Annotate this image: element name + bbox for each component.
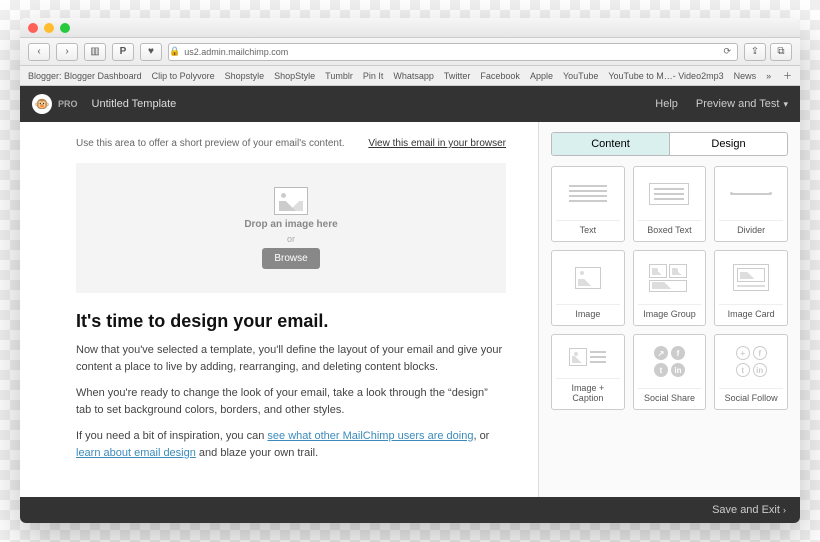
block-palette: Text Boxed Text Divider Image [539,166,800,497]
share-button[interactable]: ⇪ [744,43,766,61]
divider-icon [719,173,783,214]
help-link[interactable]: Help [655,98,678,110]
chevron-down-icon: ▾ [783,99,788,110]
preview-menu[interactable]: Preview and Test ▾ [696,98,788,110]
block-boxed-text[interactable]: Boxed Text [633,166,707,242]
titlebar [20,18,800,38]
block-social-follow[interactable]: +ftin Social Follow [714,334,788,410]
content-paragraph[interactable]: If you need a bit of inspiration, you ca… [76,428,506,461]
tabs-icon: ⧉ [777,46,784,57]
block-image[interactable]: Image [551,250,625,326]
block-image-caption[interactable]: Image + Caption [551,334,625,410]
sidebar-toggle-button[interactable]: ▥ [84,43,106,61]
window-close-icon[interactable] [28,23,38,33]
block-image-card[interactable]: Image Card [714,250,788,326]
view-in-browser-link[interactable]: View this email in your browser [368,138,506,149]
bookmark-item[interactable]: Pin It [363,71,384,81]
address-bar[interactable]: 🔒 us2.admin.mailchimp.com ⟳ [168,43,738,61]
block-image-group[interactable]: Image Group [633,250,707,326]
app-footer: Save and Exit › [20,497,800,523]
bookmark-item[interactable]: Shopstyle [225,71,265,81]
forward-button[interactable]: › [56,43,78,61]
boxed-text-icon [638,173,702,214]
mailchimp-logo-icon[interactable]: 🐵 [32,94,52,114]
block-social-share[interactable]: ↗ftin Social Share [633,334,707,410]
url-text: us2.admin.mailchimp.com [184,47,288,57]
back-button[interactable]: ‹ [28,43,50,61]
template-title[interactable]: Untitled Template [92,98,177,110]
content-paragraph[interactable]: Now that you've selected a template, you… [76,342,506,375]
app-header: 🐵 PRO Untitled Template Help Preview and… [20,86,800,122]
add-bookmark-icon[interactable]: ＋ [783,69,792,82]
or-label: or [287,234,295,244]
social-share-icon: ↗ftin [638,341,702,382]
bookmark-item[interactable]: Clip to Polyvore [152,71,215,81]
bloglovin-button[interactable]: ♥ [140,43,162,61]
block-text[interactable]: Text [551,166,625,242]
drop-label: Drop an image here [244,219,337,230]
learn-design-link[interactable]: learn about email design [76,447,196,459]
preheader-row: Use this area to offer a short preview o… [76,138,506,149]
bookmark-item[interactable]: Blogger: Blogger Dashboard [28,71,142,81]
pinterest-icon: P [120,46,127,57]
mailchimp-editor: 🐵 PRO Untitled Template Help Preview and… [20,86,800,523]
image-group-icon [638,257,702,298]
window-minimize-icon[interactable] [44,23,54,33]
chevron-right-icon: › [783,505,786,515]
tab-content[interactable]: Content [552,133,670,155]
tab-design[interactable]: Design [670,133,787,155]
bookmark-item[interactable]: Whatsapp [393,71,434,81]
canvas[interactable]: Use this area to offer a short preview o… [20,122,538,497]
bookmark-item[interactable]: YouTube to M…- Video2mp3 [608,71,723,81]
content-paragraph[interactable]: When you're ready to change the look of … [76,385,506,418]
inspiration-link[interactable]: see what other MailChimp users are doing [267,430,473,442]
sidebar: Content Design Text Boxed Text Divider [538,122,800,497]
bookmark-item[interactable]: Twitter [444,71,471,81]
image-placeholder-icon [274,187,308,215]
reload-icon[interactable]: ⟳ [723,46,731,57]
chevron-right-icon: › [65,46,68,57]
tabs-button[interactable]: ⧉ [770,43,792,61]
bookmark-item[interactable]: Tumblr [325,71,353,81]
pro-badge: PRO [58,99,78,109]
image-card-icon [719,257,783,298]
preview-label: Preview and Test [696,98,780,110]
preheader-hint[interactable]: Use this area to offer a short preview o… [76,138,345,149]
heart-icon: ♥ [148,46,154,57]
lock-icon: 🔒 [169,46,180,57]
browser-window: ‹ › ▥ P ♥ 🔒 us2.admin.mailchimp.com ⟳ ⇪ … [20,18,800,523]
chevron-left-icon: ‹ [37,46,40,57]
bookmark-item[interactable]: YouTube [563,71,598,81]
image-dropzone[interactable]: Drop an image here or Browse [76,163,506,293]
bookmark-item[interactable]: Facebook [480,71,520,81]
block-divider[interactable]: Divider [714,166,788,242]
bookmark-item[interactable]: ShopStyle [274,71,315,81]
app-body: Use this area to offer a short preview o… [20,122,800,497]
bookmark-item[interactable]: Apple [530,71,553,81]
window-zoom-icon[interactable] [60,23,70,33]
image-icon [556,257,620,298]
browse-button[interactable]: Browse [262,248,319,269]
share-icon: ⇪ [751,46,759,57]
bookmark-item[interactable]: News [734,71,757,81]
bookmarks-overflow[interactable]: » [766,71,771,81]
pinterest-button[interactable]: P [112,43,134,61]
panel-icon: ▥ [90,46,99,57]
save-exit-button[interactable]: Save and Exit › [712,504,786,516]
bookmarks-bar: Blogger: Blogger Dashboard Clip to Polyv… [20,66,800,86]
text-icon [556,173,620,214]
browser-toolbar: ‹ › ▥ P ♥ 🔒 us2.admin.mailchimp.com ⟳ ⇪ … [20,38,800,66]
sidebar-tabs: Content Design [551,132,788,156]
social-follow-icon: +ftin [719,341,783,382]
content-heading[interactable]: It's time to design your email. [76,311,506,332]
image-caption-icon [556,341,620,372]
